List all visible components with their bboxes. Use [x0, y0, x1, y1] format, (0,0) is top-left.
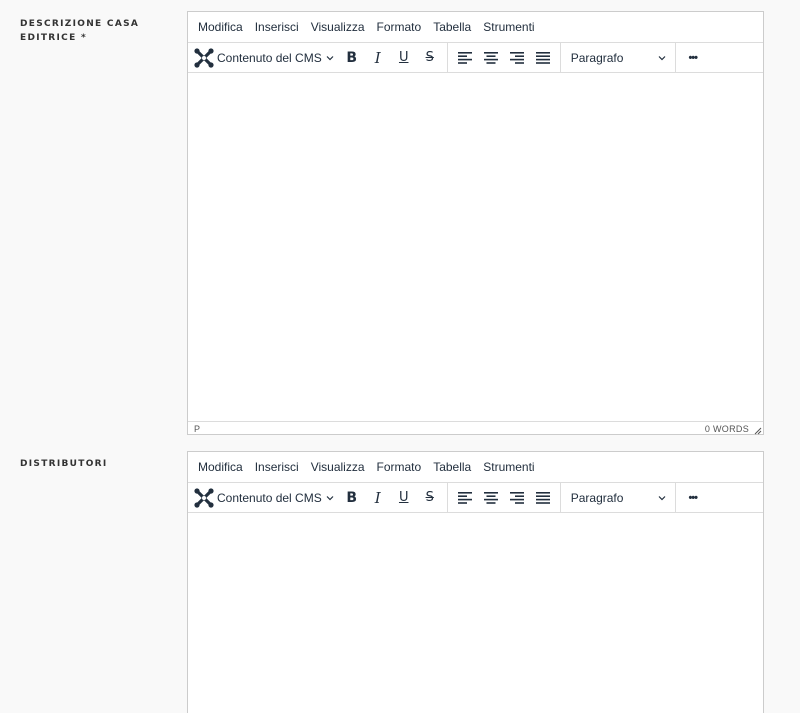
align-right-icon [509, 51, 524, 64]
align-right-button[interactable] [504, 46, 530, 70]
element-path[interactable]: P [194, 424, 200, 434]
field-label-distributori: DISTRIBUTORI [20, 459, 108, 469]
align-justify-button[interactable] [530, 486, 556, 510]
menu-formato[interactable]: Formato [371, 460, 428, 474]
rich-text-editor-distributori: Modifica Inserisci Visualizza Formato Ta… [187, 451, 764, 713]
editor-menubar: Modifica Inserisci Visualizza Formato Ta… [188, 452, 763, 483]
menu-strumenti[interactable]: Strumenti [477, 20, 540, 34]
align-right-button[interactable] [504, 486, 530, 510]
menu-inserisci[interactable]: Inserisci [249, 460, 305, 474]
italic-button[interactable]: I [365, 46, 391, 70]
more-options-button[interactable]: ••• [680, 486, 706, 510]
underline-button[interactable]: U [391, 486, 417, 510]
resize-handle-icon[interactable] [754, 427, 762, 435]
align-center-button[interactable] [478, 486, 504, 510]
cms-content-button[interactable]: Contenuto del CMS [192, 46, 339, 70]
menu-modifica[interactable]: Modifica [192, 460, 249, 474]
align-left-button[interactable] [452, 46, 478, 70]
align-justify-button[interactable] [530, 46, 556, 70]
toolbar-group-blocks: Paragrafo [561, 483, 676, 512]
menu-inserisci[interactable]: Inserisci [249, 20, 305, 34]
rich-text-editor-descrizione: Modifica Inserisci Visualizza Formato Ta… [187, 11, 764, 435]
align-left-button[interactable] [452, 486, 478, 510]
more-options-button[interactable]: ••• [680, 46, 706, 70]
editor-content-area[interactable] [188, 513, 763, 713]
block-format-value: Paragrafo [570, 490, 624, 505]
cms-content-label: Contenuto del CMS [217, 490, 322, 505]
editor-toolbar: Contenuto del CMS B I U S Paragrafo ••• [188, 43, 763, 73]
chevron-down-icon [658, 495, 666, 500]
align-center-icon [483, 51, 498, 64]
field-label-descrizione: DESCRIZIONE CASA EDITRICE * [20, 19, 140, 43]
toolbar-group-more: ••• [676, 43, 710, 72]
cms-content-label: Contenuto del CMS [217, 50, 322, 65]
chevron-down-icon [326, 55, 334, 60]
menu-strumenti[interactable]: Strumenti [477, 460, 540, 474]
toolbar-group-align [448, 483, 561, 512]
toolbar-group-cms-format: Contenuto del CMS B I U S [188, 43, 448, 72]
chevron-down-icon [326, 495, 334, 500]
joomla-logo-icon [194, 47, 214, 68]
editor-statusbar: P 0 WORDS [188, 421, 763, 436]
align-justify-icon [535, 51, 550, 64]
italic-button[interactable]: I [365, 486, 391, 510]
menu-tabella[interactable]: Tabella [427, 20, 477, 34]
cms-content-button[interactable]: Contenuto del CMS [192, 486, 339, 510]
menu-formato[interactable]: Formato [371, 20, 428, 34]
align-center-button[interactable] [478, 46, 504, 70]
menu-tabella[interactable]: Tabella [427, 460, 477, 474]
block-format-value: Paragrafo [570, 50, 624, 65]
editor-content-area[interactable] [188, 73, 763, 421]
editor-menubar: Modifica Inserisci Visualizza Formato Ta… [188, 12, 763, 43]
toolbar-group-more: ••• [676, 483, 710, 512]
toolbar-group-cms-format: Contenuto del CMS B I U S [188, 483, 448, 512]
menu-visualizza[interactable]: Visualizza [305, 460, 371, 474]
bold-button[interactable]: B [339, 46, 365, 70]
bold-button[interactable]: B [339, 486, 365, 510]
menu-visualizza[interactable]: Visualizza [305, 20, 371, 34]
joomla-logo-icon [194, 487, 214, 508]
editor-toolbar: Contenuto del CMS B I U S Paragrafo ••• [188, 483, 763, 513]
block-format-select[interactable]: Paragrafo [565, 486, 671, 510]
align-center-icon [483, 491, 498, 504]
menu-modifica[interactable]: Modifica [192, 20, 249, 34]
align-left-icon [457, 491, 472, 504]
word-count: 0 WORDS [704, 424, 749, 434]
align-justify-icon [535, 491, 550, 504]
align-right-icon [509, 491, 524, 504]
strikethrough-button[interactable]: S [417, 46, 443, 70]
align-left-icon [457, 51, 472, 64]
chevron-down-icon [658, 55, 666, 60]
toolbar-group-align [448, 43, 561, 72]
toolbar-group-blocks: Paragrafo [561, 43, 676, 72]
block-format-select[interactable]: Paragrafo [565, 46, 671, 70]
strikethrough-button[interactable]: S [417, 486, 443, 510]
underline-button[interactable]: U [391, 46, 417, 70]
